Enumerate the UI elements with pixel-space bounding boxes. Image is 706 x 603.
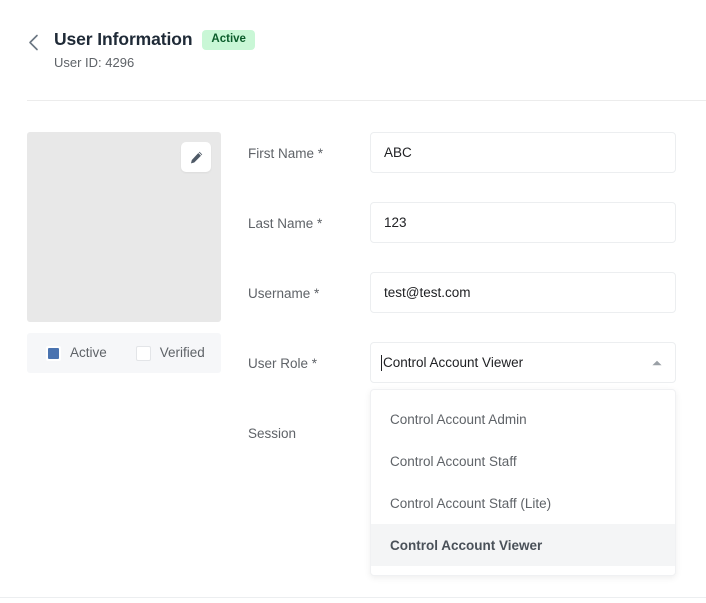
avatar-column: Active Verified (27, 132, 221, 373)
avatar-edit-button[interactable] (181, 142, 211, 172)
dropdown-option-selected[interactable]: Control Account Viewer (371, 524, 675, 566)
dropdown-option[interactable]: Control Account Staff (371, 440, 675, 482)
checkbox-verified[interactable]: Verified (135, 345, 205, 361)
user-role-selected-value: Control Account Viewer (383, 354, 524, 370)
user-role-control: Control Account Viewer Control Account A… (370, 342, 676, 576)
title-row: User Information Active (54, 28, 255, 50)
last-name-control (370, 202, 676, 243)
checkbox-active-box[interactable] (46, 345, 61, 361)
username-label: Username * (248, 286, 320, 301)
status-badge: Active (202, 30, 255, 50)
page-header: User Information Active User ID: 4296 (0, 0, 706, 100)
pencil-icon (189, 150, 204, 165)
first-name-label: First Name * (248, 146, 324, 161)
user-role-label: User Role * (248, 356, 318, 371)
chevron-left-icon (28, 34, 39, 51)
checkbox-active[interactable]: Active (46, 345, 107, 361)
back-button[interactable] (21, 30, 45, 54)
form-row-username: Username * (248, 272, 678, 342)
user-role-dropdown-panel: Control Account Admin Control Account St… (370, 389, 676, 576)
page-title: User Information (54, 29, 193, 49)
header-divider (27, 100, 706, 101)
text-caret (381, 354, 382, 371)
form-row-first-name: First Name * (248, 132, 678, 202)
user-role-select-box[interactable]: Control Account Viewer (370, 342, 676, 383)
footer-divider (0, 597, 706, 598)
form-row-last-name: Last Name * (248, 202, 678, 272)
user-information-form: First Name * Last Name * Username * User… (248, 132, 678, 576)
session-label: Session (248, 426, 297, 441)
dropdown-option[interactable]: Control Account Admin (371, 398, 675, 440)
user-role-select[interactable]: Control Account Viewer Control Account A… (370, 342, 676, 576)
user-id-text: User ID: 4296 (54, 55, 135, 70)
form-row-user-role: User Role * Control Account Viewer Contr… (248, 342, 678, 576)
checkbox-verified-label: Verified (159, 345, 205, 360)
username-control (370, 272, 676, 313)
last-name-label: Last Name * (248, 216, 323, 231)
checkbox-verified-box[interactable] (135, 345, 151, 361)
triangle-up-icon[interactable] (651, 359, 663, 367)
header-text: User Information Active User ID: 4296 (54, 28, 255, 71)
last-name-input[interactable] (370, 202, 676, 243)
avatar-placeholder (27, 132, 221, 322)
checkbox-active-label: Active (70, 345, 107, 360)
first-name-control (370, 132, 676, 173)
first-name-input[interactable] (370, 132, 676, 173)
dropdown-option[interactable]: Control Account Staff (Lite) (371, 482, 675, 524)
status-toggle-bar: Active Verified (27, 333, 221, 373)
username-input[interactable] (370, 272, 676, 313)
